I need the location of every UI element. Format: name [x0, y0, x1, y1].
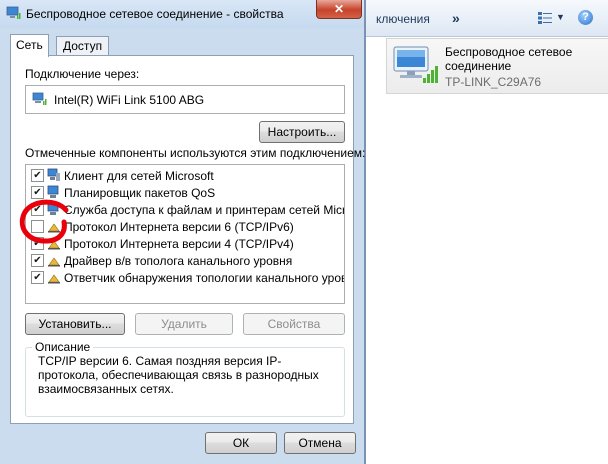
- components-list[interactable]: ✔ Клиент для сетей Microsoft ✔ Планировщ…: [25, 164, 345, 304]
- component-item[interactable]: ✔ Ответчик обнаружения топологии канальн…: [26, 269, 344, 286]
- description-group: Описание TCP/IP версии 6. Самая поздняя …: [25, 340, 345, 417]
- explorer-toolbar: ключения » ▼ ?: [366, 0, 608, 37]
- change-view-icon[interactable]: [538, 12, 552, 24]
- dialog-title: Беспроводное сетевое соединение - свойст…: [26, 7, 284, 21]
- ok-button[interactable]: ОК: [205, 432, 277, 454]
- description-legend: Описание: [32, 340, 94, 354]
- tab-bar: Сеть Доступ: [10, 34, 354, 57]
- component-checkbox[interactable]: ✔: [31, 271, 44, 284]
- component-label: Протокол Интернета версии 4 (TCP/IPv4): [64, 237, 294, 251]
- cancel-button[interactable]: Отмена: [284, 432, 356, 454]
- background-explorer-window: ключения » ▼ ? Беспроводное сетевое соед…: [366, 0, 608, 464]
- component-item[interactable]: ✔ Драйвер в/в тополога канального уровня: [26, 252, 344, 269]
- adapter-field: Intel(R) WiFi Link 5100 ABG: [25, 85, 345, 114]
- properties-dialog: Беспроводное сетевое соединение - свойст…: [0, 0, 366, 464]
- connection-name: Беспроводное сетевое соединение: [445, 45, 573, 73]
- tab-access[interactable]: Доступ: [56, 36, 110, 56]
- component-item[interactable]: ✔ Служба доступа к файлам и принтерам се…: [26, 201, 344, 218]
- component-checkbox[interactable]: ✔: [31, 254, 44, 267]
- protocol-icon: [48, 274, 60, 284]
- component-item[interactable]: Протокол Интернета версии 6 (TCP/IPv6): [26, 218, 344, 235]
- component-item[interactable]: ✔ Протокол Интернета версии 4 (TCP/IPv4): [26, 235, 344, 252]
- component-checkbox[interactable]: ✔: [31, 203, 44, 216]
- component-checkbox[interactable]: [31, 220, 44, 233]
- properties-button[interactable]: Свойства: [243, 313, 345, 335]
- component-checkbox[interactable]: ✔: [31, 169, 44, 182]
- component-checkbox[interactable]: ✔: [31, 186, 44, 199]
- network-adapter-icon: [32, 92, 47, 105]
- remove-button[interactable]: Удалить: [135, 313, 233, 335]
- component-label: Планировщик пакетов QoS: [64, 186, 216, 200]
- component-label: Драйвер в/в тополога канального уровня: [64, 254, 293, 268]
- wireless-network-adapter-icon: [393, 46, 438, 83]
- close-button[interactable]: ✕: [316, 0, 362, 19]
- install-button[interactable]: Установить...: [25, 313, 125, 335]
- help-icon[interactable]: ?: [578, 10, 593, 25]
- configure-button[interactable]: Настроить...: [259, 121, 345, 143]
- component-checkbox[interactable]: ✔: [31, 237, 44, 250]
- client-icon: [47, 168, 60, 181]
- adapter-name: Intel(R) WiFi Link 5100 ABG: [54, 93, 205, 107]
- connect-using-label: Подключение через:: [25, 67, 140, 81]
- component-label: Ответчик обнаружения топологии канальног…: [64, 271, 345, 285]
- component-label: Клиент для сетей Microsoft: [64, 169, 214, 183]
- network-connection-icon: [6, 6, 21, 19]
- description-text: TCP/IP версии 6. Самая поздняя версия IP…: [38, 354, 319, 396]
- components-label: Отмеченные компоненты используются этим …: [25, 146, 366, 160]
- service-icon: [47, 185, 59, 198]
- component-item[interactable]: ✔ Клиент для сетей Microsoft: [26, 167, 344, 184]
- toolbar-overflow-chevron-icon[interactable]: »: [452, 10, 460, 26]
- component-label: Служба доступа к файлам и принтерам сете…: [64, 203, 345, 217]
- network-tab-panel: Подключение через: Intel(R) WiFi Link 51…: [10, 55, 365, 424]
- component-item[interactable]: ✔ Планировщик пакетов QoS: [26, 184, 344, 201]
- dialog-titlebar[interactable]: Беспроводное сетевое соединение - свойст…: [0, 0, 364, 28]
- explorer-toolbar-label[interactable]: ключения: [376, 12, 430, 26]
- tab-network[interactable]: Сеть: [10, 34, 49, 57]
- connection-network-ssid: TP-LINK_C29A76: [445, 75, 542, 89]
- protocol-icon: [48, 223, 60, 233]
- wireless-connection-item[interactable]: Беспроводное сетевое соединение TP-LINK_…: [386, 38, 608, 94]
- view-dropdown-arrow-icon[interactable]: ▼: [556, 12, 565, 22]
- protocol-icon: [48, 240, 60, 250]
- component-label: Протокол Интернета версии 6 (TCP/IPv6): [64, 220, 294, 234]
- service-icon: [47, 202, 59, 215]
- protocol-icon: [48, 257, 60, 267]
